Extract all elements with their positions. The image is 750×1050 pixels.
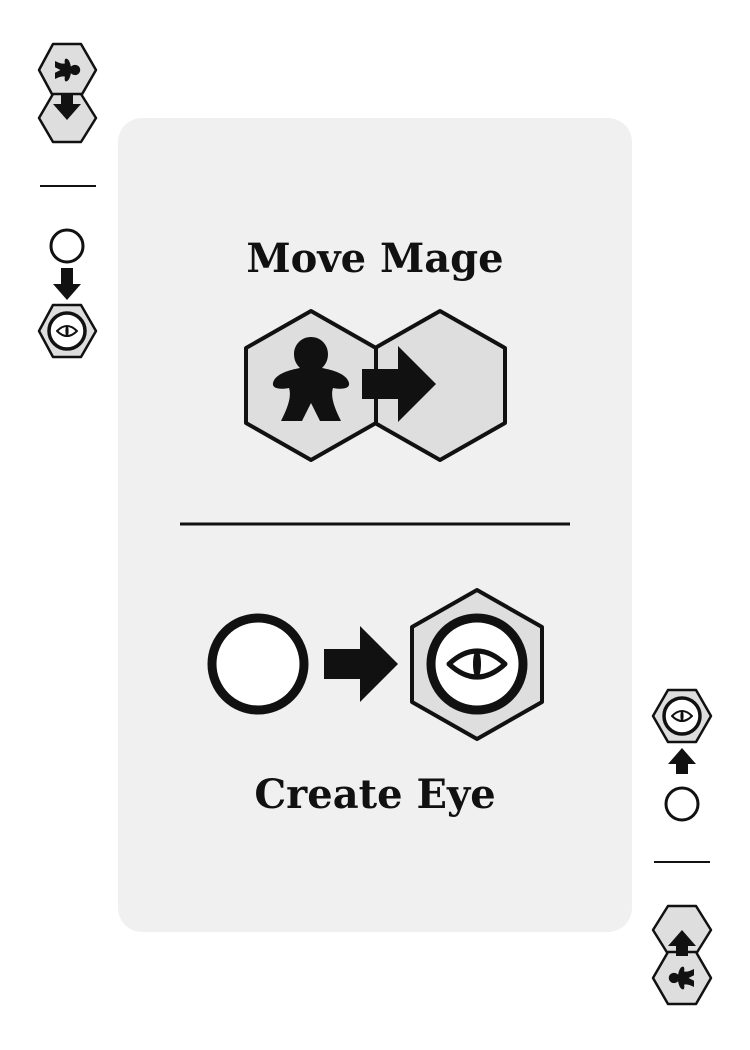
empty-circle-icon xyxy=(664,786,700,822)
down-arrow-icon xyxy=(53,268,81,300)
card-canvas: Move Mage Create Eye xyxy=(37,42,713,1006)
eye-hex-icon xyxy=(651,688,713,744)
corner-index-top-left xyxy=(37,42,98,359)
move-mage-title: Move Mage xyxy=(246,235,503,282)
corner-index-bottom-right xyxy=(651,688,713,1006)
up-arrow-icon xyxy=(668,748,696,774)
empty-circle-icon xyxy=(207,613,309,715)
eye-hex-icon xyxy=(37,303,98,359)
empty-circle-icon xyxy=(49,228,85,264)
create-eye-title: Create Eye xyxy=(254,771,495,818)
